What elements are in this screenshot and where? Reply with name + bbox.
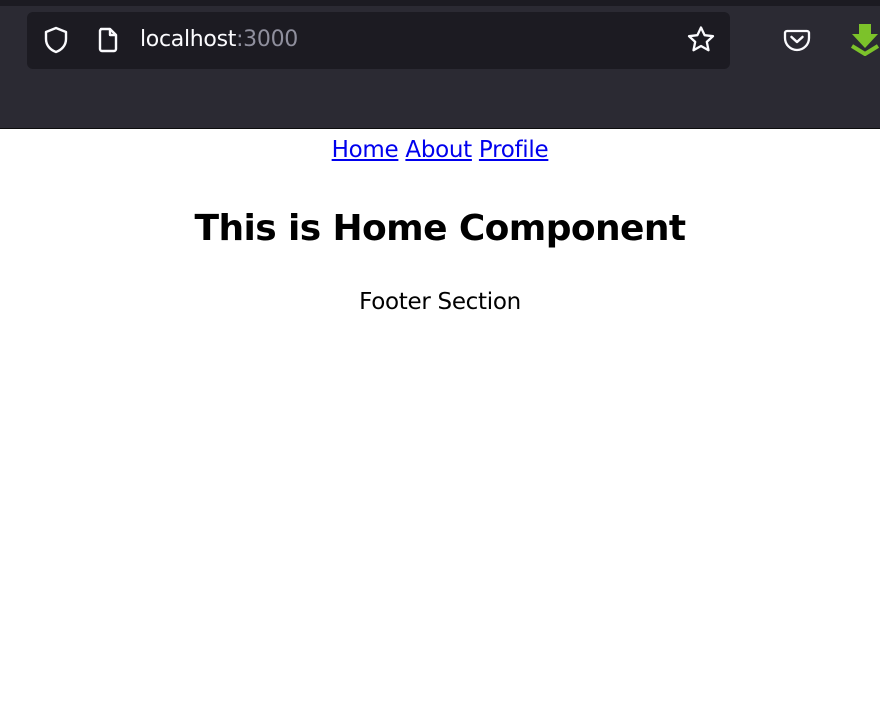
star-icon[interactable] — [685, 24, 717, 56]
url-host: localhost — [140, 27, 237, 52]
browser-toolbar: localhost:3000 — [0, 0, 880, 129]
shield-icon[interactable] — [41, 25, 71, 55]
address-bar[interactable]: localhost:3000 — [27, 12, 730, 69]
url-port: :3000 — [236, 27, 298, 52]
nav-link-home[interactable]: Home — [332, 137, 399, 163]
url-input[interactable]: localhost:3000 — [140, 25, 298, 55]
page-icon[interactable] — [94, 26, 122, 54]
footer-section: Footer Section — [359, 289, 521, 315]
page-content: Home About Profile This is Home Componen… — [0, 129, 880, 720]
nav-link-about[interactable]: About — [405, 137, 472, 163]
page-title: This is Home Component — [194, 208, 687, 249]
download-icon[interactable] — [848, 22, 880, 56]
tab-strip — [0, 0, 880, 6]
nav-links: Home About Profile — [0, 133, 880, 167]
nav-link-profile[interactable]: Profile — [479, 137, 549, 163]
pocket-icon[interactable] — [782, 25, 812, 55]
